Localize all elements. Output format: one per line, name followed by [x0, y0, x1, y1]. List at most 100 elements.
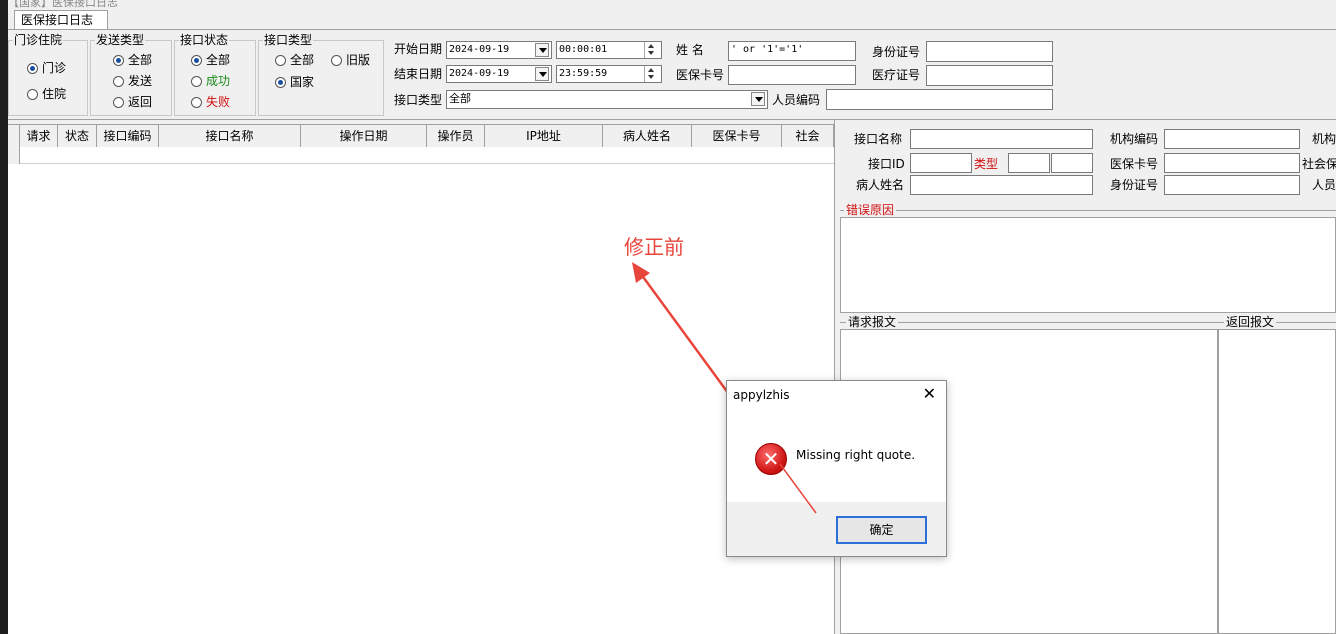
iface-type-select[interactable]: 全部	[446, 90, 768, 109]
error-group-border	[840, 210, 1336, 211]
detail-org-code-input[interactable]	[1164, 129, 1300, 149]
name-label: 姓 名	[676, 43, 704, 57]
detail-patient-label: 病人姓名	[856, 178, 905, 192]
tab-underline	[8, 29, 1336, 30]
radio-kind-national-circle	[275, 77, 286, 88]
radio-inpatient[interactable]: 住院	[27, 87, 66, 101]
radio-status-fail-circle	[191, 97, 202, 108]
detail-iface-name-label: 接口名称	[854, 132, 903, 146]
end-date-dropdown-icon[interactable]	[535, 67, 549, 81]
iface-type-label: 接口类型	[394, 93, 443, 107]
response-title: 返回报文	[1224, 315, 1277, 329]
col-iface-code[interactable]: 接口编码	[97, 125, 159, 147]
medcard-label: 医疗证号	[872, 68, 921, 82]
col-patient-name[interactable]: 病人姓名	[603, 125, 692, 147]
dialog-message: Missing right quote.	[796, 448, 916, 462]
group-send-type: 发送类型 全部 发送 返回	[90, 33, 172, 116]
start-date-dropdown-icon[interactable]	[535, 43, 549, 57]
idcard-label: 身份证号	[872, 45, 921, 59]
radio-status-all[interactable]: 全部	[191, 53, 230, 67]
detail-org-code-label: 机构编码	[1110, 132, 1159, 146]
radio-return-circle	[113, 97, 124, 108]
radio-status-success-circle	[191, 76, 202, 87]
radio-outpatient[interactable]: 门诊	[27, 61, 66, 75]
left-edge-bar	[0, 0, 8, 634]
start-date-label: 开始日期	[394, 42, 443, 56]
detail-type-input-1[interactable]	[1008, 153, 1050, 173]
table-row[interactable]	[8, 147, 834, 164]
staff-label: 人员编码	[772, 93, 821, 107]
group-status: 接口状态 全部 成功 失败	[174, 33, 256, 116]
radio-send[interactable]: 发送	[113, 74, 152, 88]
medcard-input[interactable]	[926, 65, 1053, 86]
end-time-spinner-icon[interactable]	[644, 66, 658, 82]
detail-social-label: 社会保	[1302, 157, 1336, 171]
iface-type-dropdown-icon[interactable]	[751, 92, 765, 106]
radio-kind-old[interactable]: 旧版	[331, 53, 370, 67]
col-operator[interactable]: 操作员	[427, 125, 485, 147]
error-x-glyph: ✕	[762, 447, 780, 471]
detail-card-label: 医保卡号	[1110, 157, 1159, 171]
group-status-title: 接口状态	[179, 33, 230, 47]
ok-button[interactable]: 确定	[836, 516, 927, 544]
col-iface-name[interactable]: 接口名称	[159, 125, 301, 147]
request-title: 请求报文	[846, 315, 899, 329]
col-social[interactable]: 社会	[782, 125, 834, 147]
row-indicator	[8, 147, 20, 164]
col-request[interactable]: 请求	[20, 125, 58, 147]
detail-idcard-input[interactable]	[1164, 175, 1300, 195]
card-input[interactable]	[728, 65, 856, 85]
col-ip[interactable]: IP地址	[485, 125, 603, 147]
col-op-date[interactable]: 操作日期	[301, 125, 427, 147]
radio-send-all[interactable]: 全部	[113, 53, 152, 67]
annotation-label: 修正前	[624, 235, 684, 259]
error-textarea[interactable]	[840, 217, 1336, 313]
radio-kind-national[interactable]: 国家	[275, 75, 314, 89]
detail-idcard-label: 身份证号	[1110, 178, 1159, 192]
radio-status-all-circle	[191, 55, 202, 66]
col-card-no[interactable]: 医保卡号	[692, 125, 782, 147]
detail-card-input[interactable]	[1164, 153, 1300, 173]
detail-type-input-2[interactable]	[1051, 153, 1093, 173]
detail-iface-id-input[interactable]	[910, 153, 972, 173]
radio-send-all-circle	[113, 55, 124, 66]
filter-divider	[8, 119, 1336, 120]
staff-input[interactable]	[826, 89, 1053, 110]
col-status[interactable]: 状态	[58, 125, 97, 147]
response-textarea[interactable]	[1218, 329, 1336, 634]
tab-insurance-log[interactable]: 医保接口日志	[14, 10, 108, 29]
radio-kind-all[interactable]: 全部	[275, 53, 314, 67]
detail-patient-input[interactable]	[910, 175, 1093, 195]
radio-kind-old-circle	[331, 55, 342, 66]
row-indicator-header	[8, 125, 20, 147]
radio-send-circle	[113, 76, 124, 87]
radio-kind-all-circle	[275, 55, 286, 66]
idcard-input[interactable]	[926, 41, 1053, 62]
detail-iface-id-label: 接口ID	[868, 157, 905, 171]
dialog-title: appylzhis	[733, 388, 790, 402]
group-visit: 门诊住院 门诊 住院	[8, 33, 88, 116]
error-dialog: appylzhis ✕ ✕ Missing right quote. 确定	[726, 380, 947, 557]
card-label: 医保卡号	[676, 68, 725, 82]
start-time-spinner-icon[interactable]	[644, 42, 658, 58]
close-icon[interactable]: ✕	[923, 385, 936, 403]
radio-status-success[interactable]: 成功	[191, 74, 230, 88]
error-title: 错误原因	[844, 203, 897, 217]
detail-type-label: 类型	[974, 157, 999, 171]
radio-outpatient-circle	[27, 63, 38, 74]
radio-return[interactable]: 返回	[113, 95, 152, 109]
detail-iface-name-input[interactable]	[910, 129, 1093, 149]
group-iface-kind: 接口类型 全部 旧版 国家	[258, 33, 384, 116]
group-send-type-title: 发送类型	[95, 33, 146, 47]
radio-inpatient-circle	[27, 89, 38, 100]
end-date-label: 结束日期	[394, 67, 443, 81]
dialog-footer: 确定	[727, 502, 946, 556]
group-iface-kind-title: 接口类型	[263, 33, 314, 47]
detail-org-label: 机构	[1312, 132, 1336, 146]
error-icon: ✕	[755, 443, 787, 475]
table-body[interactable]	[8, 147, 834, 634]
name-input[interactable]: ' or '1'='1'	[728, 41, 856, 61]
radio-status-fail[interactable]: 失败	[191, 95, 230, 109]
detail-person-label: 人员	[1312, 178, 1336, 192]
group-visit-title: 门诊住院	[13, 33, 64, 47]
